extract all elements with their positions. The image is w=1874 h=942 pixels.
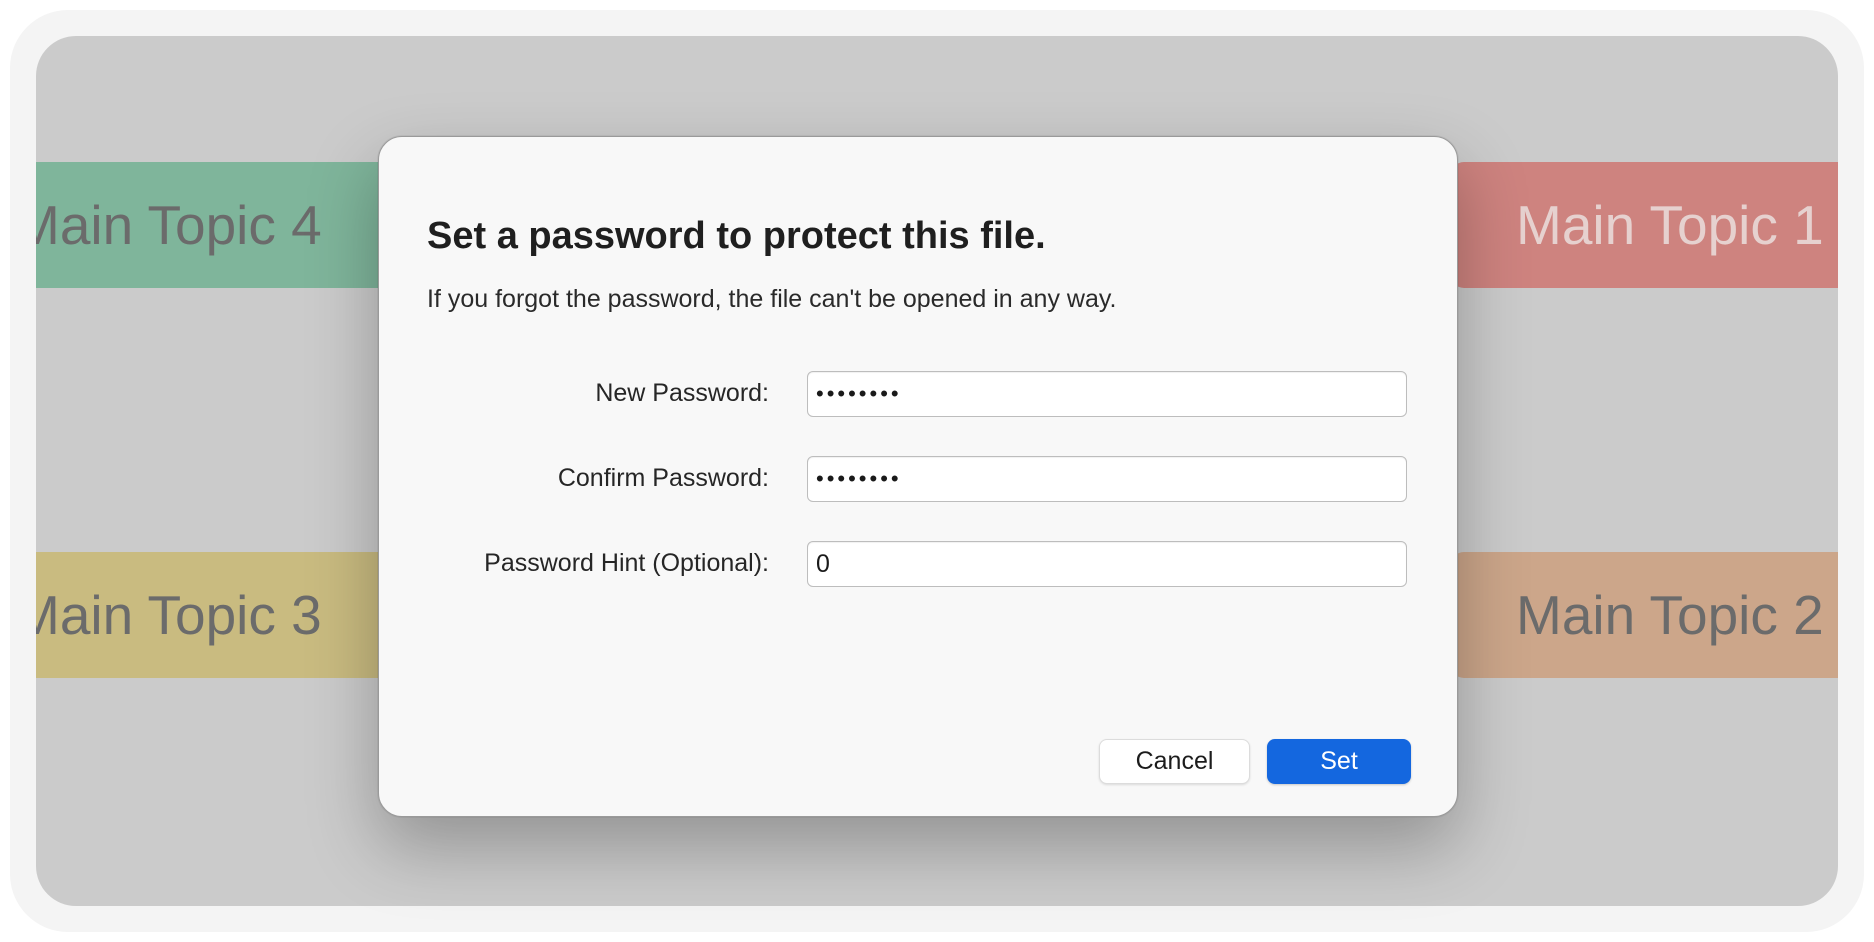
topic-node-main-topic-4[interactable]: Main Topic 4 bbox=[36, 162, 420, 288]
dialog-title: Set a password to protect this file. bbox=[427, 215, 1046, 257]
topic-node-main-topic-2[interactable]: Main Topic 2 bbox=[1450, 552, 1838, 678]
confirm-password-label: Confirm Password: bbox=[557, 464, 769, 492]
confirm-password-row: Confirm Password: •••••••• bbox=[379, 456, 1459, 502]
topic-label: Main Topic 1 bbox=[1516, 194, 1824, 256]
new-password-row: New Password: •••••••• bbox=[379, 371, 1459, 417]
password-hint-label: Password Hint (Optional): bbox=[484, 549, 769, 577]
set-button[interactable]: Set bbox=[1267, 739, 1411, 784]
new-password-label: New Password: bbox=[595, 379, 769, 407]
set-password-dialog: Set a password to protect this file. If … bbox=[378, 136, 1458, 817]
topic-node-main-topic-3[interactable]: Main Topic 3 bbox=[36, 552, 420, 678]
topic-label: Main Topic 2 bbox=[1516, 584, 1824, 646]
password-hint-row: Password Hint (Optional): 0 bbox=[379, 541, 1459, 587]
topic-node-main-topic-1[interactable]: Main Topic 1 bbox=[1450, 162, 1838, 288]
topic-label: Main Topic 3 bbox=[36, 584, 322, 646]
topic-label: Main Topic 4 bbox=[36, 194, 322, 256]
dialog-subtitle: If you forgot the password, the file can… bbox=[427, 285, 1117, 313]
password-hint-field[interactable]: 0 bbox=[807, 541, 1407, 587]
confirm-password-field[interactable]: •••••••• bbox=[807, 456, 1407, 502]
new-password-field[interactable]: •••••••• bbox=[807, 371, 1407, 417]
cancel-button[interactable]: Cancel bbox=[1099, 739, 1250, 784]
